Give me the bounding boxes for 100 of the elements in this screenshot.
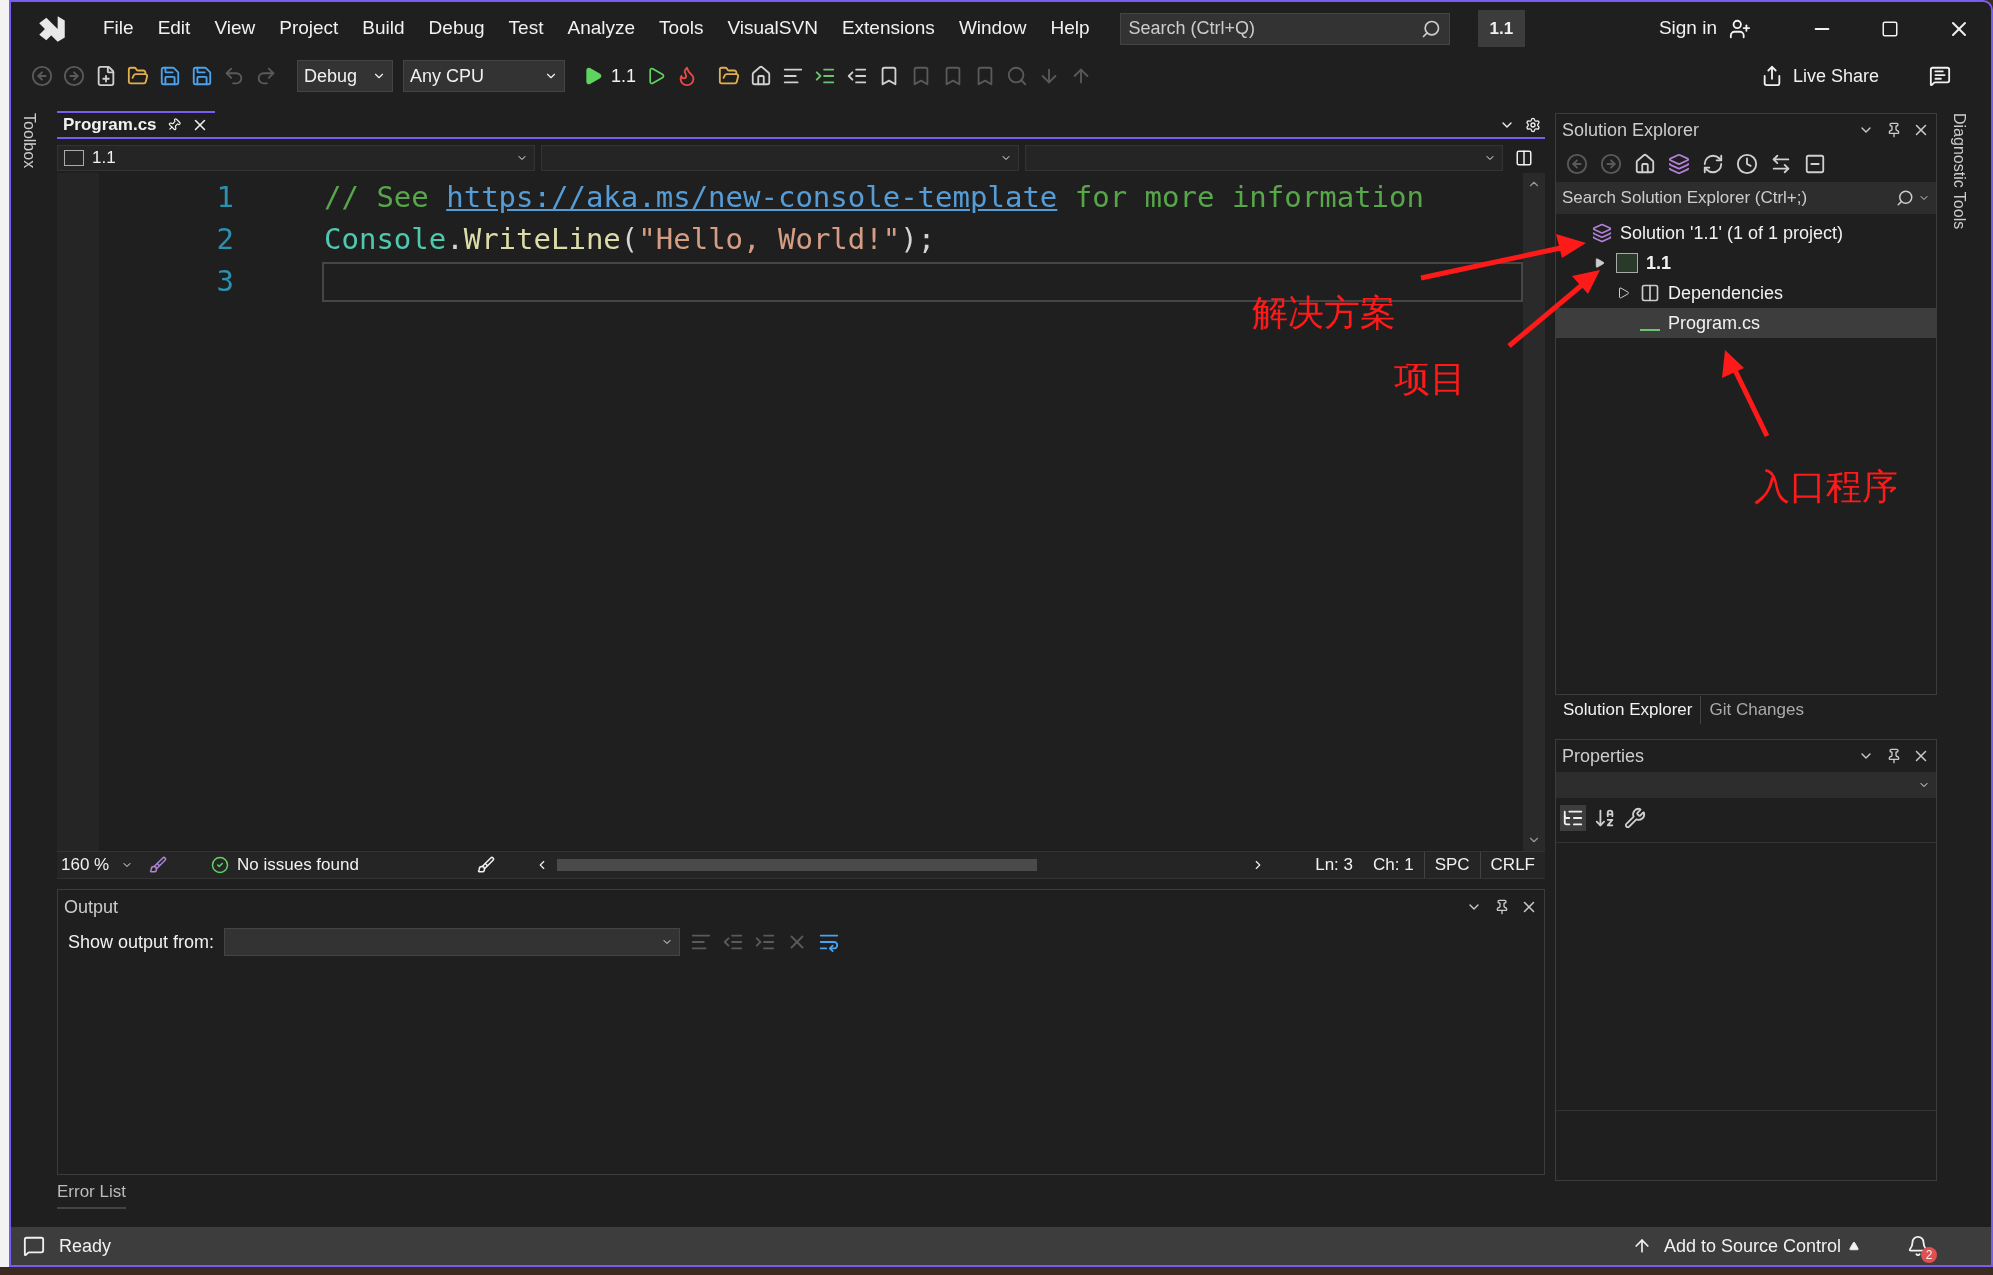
- toolbox-tab[interactable]: Toolbox: [17, 113, 41, 169]
- menu-item[interactable]: Edit: [145, 14, 203, 43]
- pin-icon[interactable]: [1494, 899, 1510, 915]
- whitespace-indicator[interactable]: SPC: [1423, 852, 1480, 878]
- menu-item[interactable]: View: [202, 14, 268, 43]
- line-number: 1: [215, 179, 234, 217]
- search-field[interactable]: Search (Ctrl+Q): [1119, 12, 1450, 45]
- panel-tab[interactable]: Git Changes: [1701, 696, 1812, 724]
- property-pages-icon[interactable]: [1624, 807, 1646, 829]
- code-token: .: [446, 221, 464, 259]
- menu-item[interactable]: Tools: [647, 14, 716, 43]
- categorized-icon[interactable]: [1560, 805, 1586, 831]
- status-text: Ready: [59, 1234, 113, 1258]
- intellicode-icon: [149, 856, 167, 874]
- pending-changes-icon[interactable]: [1736, 153, 1758, 175]
- vertical-scrollbar[interactable]: [1523, 173, 1545, 851]
- maximize-icon[interactable]: [1881, 19, 1899, 38]
- pin-icon[interactable]: [1886, 748, 1902, 764]
- new-item-icon[interactable]: [95, 65, 117, 87]
- diagnostic-tools-tab[interactable]: Diagnostic Tools: [1947, 113, 1971, 230]
- save-all-icon[interactable]: [191, 65, 213, 87]
- solution-icon: [1592, 223, 1612, 243]
- tree-item-label: 1.1: [1646, 251, 1672, 275]
- sync-icon[interactable]: [1702, 153, 1724, 175]
- menu-item[interactable]: Build: [350, 14, 417, 43]
- forward-icon[interactable]: [63, 65, 85, 87]
- forward-icon[interactable]: [1600, 153, 1622, 175]
- pin-icon[interactable]: [1886, 122, 1902, 138]
- search-icon: [1896, 189, 1914, 207]
- menu-item[interactable]: Project: [267, 14, 351, 43]
- sign-in-link[interactable]: Sign in: [1658, 14, 1717, 43]
- line-ending-indicator[interactable]: CRLF: [1479, 852, 1545, 878]
- switch-views-icon[interactable]: [1668, 153, 1690, 175]
- split-icon[interactable]: [1515, 149, 1533, 167]
- start-button[interactable]: 1.1: [583, 62, 637, 90]
- feedback-icon[interactable]: [1929, 65, 1951, 87]
- undo-icon[interactable]: [223, 65, 245, 87]
- code-cleanup-icon[interactable]: [477, 856, 495, 874]
- search-icon: [1420, 18, 1441, 39]
- code-token: for more information: [1073, 179, 1424, 217]
- live-share-button[interactable]: Live Share: [1760, 62, 1879, 90]
- source-control-button[interactable]: Add to Source Control: [1663, 1232, 1859, 1260]
- expanded-icon[interactable]: [1595, 258, 1605, 268]
- caret-up-icon: [1849, 1241, 1859, 1251]
- code-token: (: [620, 221, 639, 259]
- menu-item[interactable]: Window: [946, 14, 1039, 43]
- alphabetical-icon[interactable]: [1594, 807, 1616, 829]
- menu-item[interactable]: Test: [496, 14, 556, 43]
- column-indicator: Ch: 1: [1372, 854, 1415, 877]
- menu-item[interactable]: File: [91, 14, 146, 43]
- code-token: "Hello, World!": [638, 221, 901, 259]
- configuration-dropdown[interactable]: Debug: [297, 60, 393, 92]
- zoom-dropdown[interactable]: 160 %: [57, 852, 137, 878]
- play-icon: [583, 66, 603, 86]
- field-label: Show output from:: [68, 930, 215, 954]
- issues-status[interactable]: No issues found: [237, 852, 457, 878]
- collapsed-icon[interactable]: [1618, 287, 1630, 299]
- sync-with-document-icon[interactable]: [1770, 153, 1792, 175]
- annotation-label: 项目: [1394, 357, 1466, 401]
- panel-title: Solution Explorer: [1562, 118, 1701, 142]
- line-indicator: Ln: 3: [1314, 854, 1354, 877]
- find-icon[interactable]: [1006, 65, 1029, 87]
- tree-item[interactable]: Solution '1.1' (1 of 1 project): [1556, 218, 1936, 248]
- tree-item[interactable]: Dependencies: [1556, 278, 1936, 308]
- menu-item[interactable]: Debug: [416, 14, 497, 43]
- search-field[interactable]: Search Solution Explorer (Ctrl+;): [1556, 182, 1936, 214]
- panel-title: Output: [64, 895, 120, 919]
- csharp-project-icon: [1616, 253, 1638, 273]
- tree-item-label: Program.cs: [1668, 311, 1761, 335]
- start-without-debugging-icon[interactable]: [646, 66, 667, 86]
- code-token: Console: [324, 221, 447, 259]
- folder-search-icon[interactable]: [718, 65, 741, 87]
- back-icon[interactable]: [31, 65, 53, 87]
- annotation-label: 入口程序: [1754, 465, 1898, 509]
- code-link[interactable]: https://aka.ms/new-console-template: [446, 176, 1058, 220]
- project-dropdown[interactable]: 1.1: [57, 145, 535, 171]
- tree-item-label: Solution '1.1' (1 of 1 project): [1620, 221, 1843, 245]
- annotation-label: 解决方案: [1252, 291, 1396, 335]
- menu-item[interactable]: Analyze: [555, 14, 648, 43]
- account-icon[interactable]: [1729, 17, 1751, 40]
- menu-item[interactable]: VisualSVN: [715, 14, 830, 43]
- menu-item[interactable]: Extensions: [829, 14, 947, 43]
- line-number: 3: [215, 263, 234, 301]
- back-icon[interactable]: [1566, 153, 1588, 175]
- save-icon[interactable]: [159, 65, 181, 87]
- dependencies-icon: [1640, 283, 1660, 303]
- menu-item[interactable]: Help: [1038, 14, 1102, 43]
- open-folder-icon[interactable]: [127, 65, 149, 87]
- csharp-project-icon: [64, 150, 84, 166]
- code-token: WriteLine: [463, 221, 621, 259]
- notification-count: 2: [1921, 1247, 1937, 1263]
- redo-icon[interactable]: [255, 65, 277, 87]
- tree-item[interactable]: 1.1: [1556, 248, 1936, 278]
- collapse-all-icon[interactable]: [1804, 153, 1826, 175]
- platform-dropdown[interactable]: Any CPU: [403, 60, 565, 92]
- bottom-tab[interactable]: Error List: [57, 1178, 126, 1209]
- settings-icon[interactable]: [1525, 117, 1541, 133]
- home-icon[interactable]: [1634, 153, 1656, 175]
- horizontal-scrollbar[interactable]: [557, 859, 1037, 871]
- tree-item[interactable]: Program.cs: [1556, 308, 1936, 338]
